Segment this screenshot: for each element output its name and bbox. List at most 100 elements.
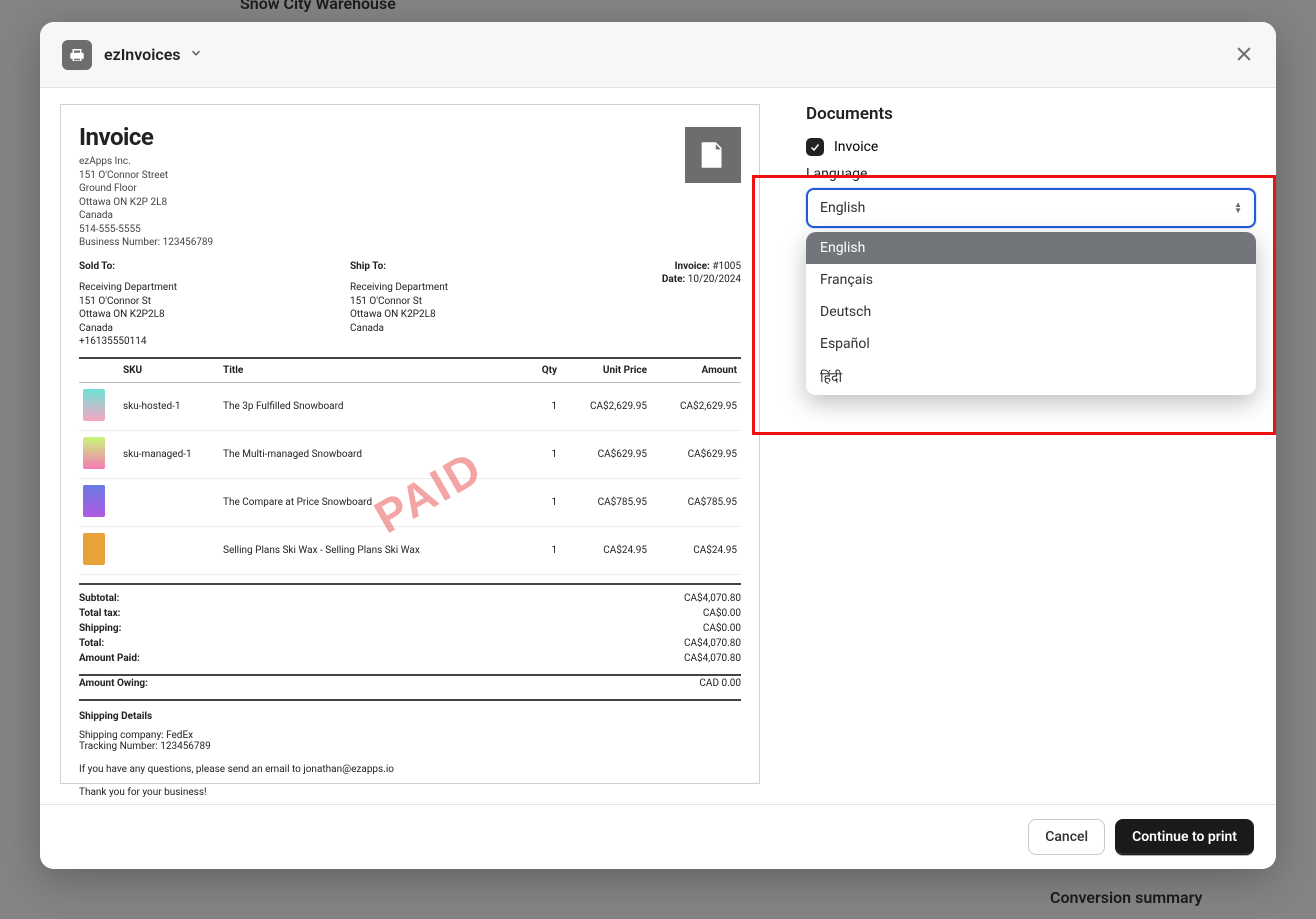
item-sku: sku-managed-1 [119,430,219,478]
company-block: ezApps Inc. 151 O'Connor Street Ground F… [79,155,741,250]
item-amount: CA$785.95 [651,478,741,526]
company-city: Ottawa ON K2P 2L8 [79,196,741,210]
language-option[interactable]: English [806,232,1256,264]
item-sku [119,526,219,574]
invoice-page: Invoice ezApps Inc. 151 O'Connor Street … [60,104,760,784]
item-amount: CA$2,629.95 [651,382,741,430]
total-label: Total: [79,638,104,649]
company-name: ezApps Inc. [79,155,741,169]
sold-to-l3: Ottawa ON K2P2L8 [79,308,350,322]
modal-header: ezInvoices [40,22,1276,88]
item-title: The 3p Fulfilled Snowboard [219,382,511,430]
tax-label: Total tax: [79,608,121,619]
item-thumb [83,437,105,469]
line-items-table: SKU Title Qty Unit Price Amount sku-host… [79,359,741,575]
language-option[interactable]: Français [806,264,1256,296]
total-value: CA$4,070.80 [684,638,741,649]
item-qty: 1 [511,382,561,430]
chevron-down-icon[interactable] [189,45,203,64]
ship-to-l2: 151 O'Connor St [350,295,621,309]
table-row: sku-hosted-1The 3p Fulfilled Snowboard1C… [79,382,741,430]
owing-value: CAD 0.00 [699,678,741,689]
item-sku: sku-hosted-1 [119,382,219,430]
company-addr2: Ground Floor [79,182,741,196]
company-country: Canada [79,209,741,223]
table-row: sku-managed-1The Multi-managed Snowboard… [79,430,741,478]
shipping-details-heading: Shipping Details [79,711,152,722]
item-title: The Compare at Price Snowboard [219,478,511,526]
company-phone: 514-555-5555 [79,223,741,237]
ship-to-l4: Canada [350,322,621,336]
sold-to-block: Sold To: Receiving Department 151 O'Conn… [79,260,350,349]
invoice-checkbox[interactable] [806,138,824,156]
invoice-checkbox-label: Invoice [834,139,878,155]
paid-label: Amount Paid: [79,653,140,664]
ship-to-l3: Ottawa ON K2P2L8 [350,308,621,322]
options-pane: Documents Invoice Language English ▲▼ En… [790,88,1276,804]
table-row: The Compare at Price Snowboard1CA$785.95… [79,478,741,526]
col-qty: Qty [511,359,561,383]
invoice-checkbox-row[interactable]: Invoice [806,138,1256,156]
invoice-logo-icon [685,127,741,183]
app-title[interactable]: ezInvoices [104,45,181,64]
ship-to-l1: Receiving Department [350,281,621,295]
shipping-value: CA$0.00 [703,623,741,634]
company-biznum: Business Number: 123456789 [79,236,741,250]
item-thumb [83,533,105,565]
company-addr1: 151 O'Connor Street [79,169,741,183]
shipping-label: Shipping: [79,623,121,634]
paid-value: CA$4,070.80 [684,653,741,664]
invoice-title: Invoice [79,123,741,151]
language-label: Language [806,166,1256,182]
modal-footer: Cancel Continue to print [40,804,1276,869]
continue-button[interactable]: Continue to print [1115,819,1254,855]
item-title: Selling Plans Ski Wax - Selling Plans Sk… [219,526,511,574]
item-unit: CA$2,629.95 [561,382,651,430]
item-amount: CA$629.95 [651,430,741,478]
documents-heading: Documents [806,104,1256,124]
tax-value: CA$0.00 [703,608,741,619]
invoice-date-label: Date: [662,274,685,285]
sold-to-l5: +16135550114 [79,335,350,349]
item-sku [119,478,219,526]
owing-label: Amount Owing: [79,678,148,689]
language-option[interactable]: Español [806,328,1256,360]
item-thumb [83,389,105,421]
app-icon [62,40,92,70]
invoice-meta: Invoice: #1005 Date: 10/20/2024 [621,260,741,349]
language-option[interactable]: Deutsch [806,296,1256,328]
divider [79,583,741,585]
select-updown-icon: ▲▼ [1234,202,1242,215]
totals-block: Subtotal: CA$4,070.80 Total tax: CA$0.00 S… [79,591,741,701]
sold-to-l4: Canada [79,322,350,336]
item-unit: CA$24.95 [561,526,651,574]
print-modal: ezInvoices Invoice ezApps Inc. 151 O'Con… [40,22,1276,869]
item-thumb [83,485,105,517]
invoice-date: 10/20/2024 [688,274,741,285]
language-select[interactable]: English ▲▼ [806,188,1256,228]
item-qty: 1 [511,430,561,478]
invoice-preview-pane: Invoice ezApps Inc. 151 O'Connor Street … [40,88,790,804]
divider [79,699,741,701]
cancel-button[interactable]: Cancel [1028,819,1105,855]
item-title: The Multi-managed Snowboard [219,430,511,478]
shipping-details: Shipping Details Shipping company: FedEx… [79,711,741,752]
item-unit: CA$629.95 [561,430,651,478]
language-selected-value: English [820,200,865,216]
item-unit: CA$785.95 [561,478,651,526]
shipping-company: Shipping company: FedEx [79,730,741,741]
language-option[interactable]: हिंदी [806,360,1256,395]
col-amount: Amount [651,359,741,383]
col-sku: SKU [119,359,219,383]
col-unit: Unit Price [561,359,651,383]
item-qty: 1 [511,478,561,526]
ship-to-label: Ship To: [350,261,386,272]
close-icon[interactable] [1234,44,1254,68]
subtotal-label: Subtotal: [79,593,119,604]
sold-to-l2: 151 O'Connor St [79,295,350,309]
tracking-number: Tracking Number: 123456789 [79,741,741,752]
language-dropdown[interactable]: EnglishFrançaisDeutschEspañolहिंदी [806,232,1256,395]
invoice-note2: Thank you for your business! [79,787,741,798]
sold-to-l1: Receiving Department [79,281,350,295]
item-qty: 1 [511,526,561,574]
